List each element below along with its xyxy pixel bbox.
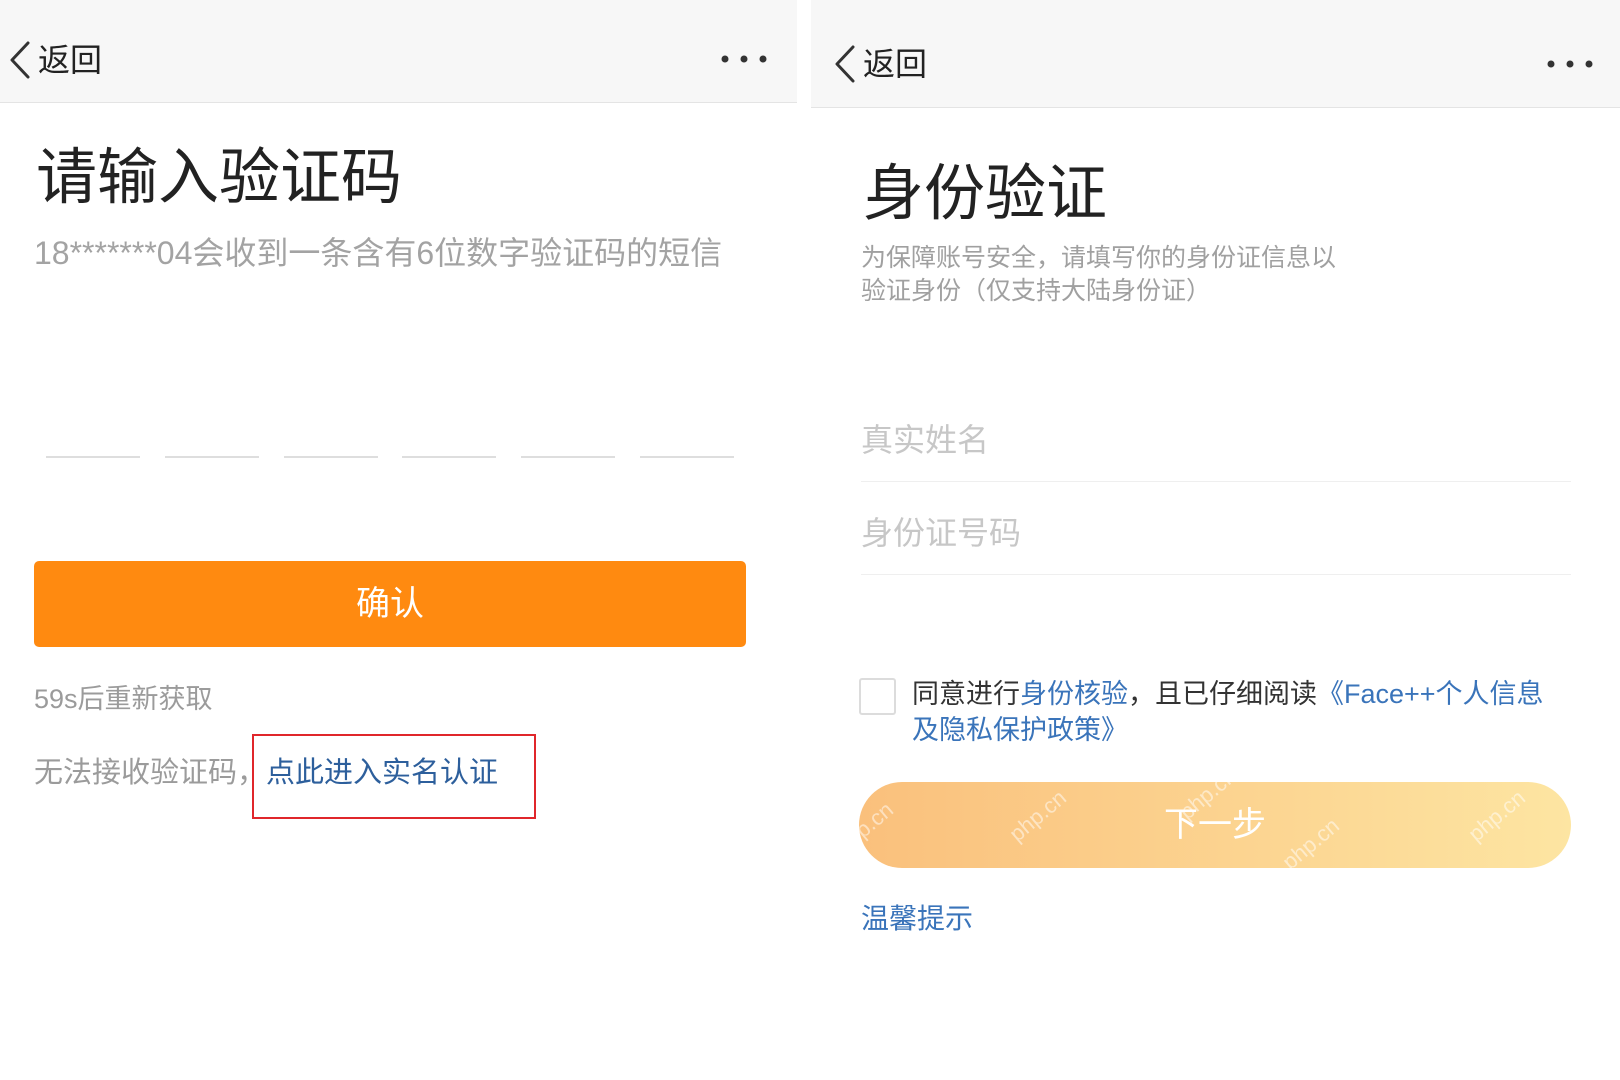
more-dots-icon[interactable]: [718, 52, 770, 66]
agreement-prefix: 同意进行: [912, 679, 1020, 709]
code-digit-slot[interactable]: [402, 434, 497, 458]
back-button[interactable]: 返回: [8, 38, 102, 82]
code-digit-slot[interactable]: [639, 434, 734, 458]
identity-verify-link[interactable]: 身份核验: [1020, 679, 1128, 709]
verification-code-screen: 返回 请输入验证码 18*******04会收到一条含有6位数字验证码的短信 确…: [0, 0, 797, 1080]
page-description: 为保障账号安全，请填写你的身份证信息以验证身份（仅支持大陆身份证）: [861, 244, 1337, 305]
code-digit-slot[interactable]: [46, 434, 140, 458]
chevron-left-icon: [8, 40, 32, 80]
agreement-middle: ，且已仔细阅读: [1128, 679, 1317, 709]
next-step-button[interactable]: php.cn php.cn php.cn php.cn php.cn 下一步: [859, 782, 1571, 868]
confirm-button[interactable]: 确认: [34, 561, 746, 647]
id-number-field: [861, 493, 1571, 575]
code-digit-slot[interactable]: [283, 434, 378, 458]
cannot-receive-text: 无法接收验证码，: [34, 757, 267, 789]
cannot-receive-row: 无法接收验证码，点此进入实名认证: [34, 755, 498, 791]
id-number-input[interactable]: [861, 493, 1571, 574]
next-step-label: 下一步: [1164, 806, 1266, 844]
code-digit-slot[interactable]: [521, 434, 616, 458]
back-label: 返回: [38, 42, 103, 78]
real-name-input[interactable]: [861, 400, 1571, 481]
page-title: 请输入验证码: [36, 143, 403, 211]
chevron-left-icon: [833, 44, 857, 84]
real-name-auth-link[interactable]: 点此进入实名认证: [266, 757, 498, 789]
resend-countdown: 59s后重新获取: [34, 684, 213, 714]
sms-hint: 18*******04会收到一条含有6位数字验证码的短信: [34, 235, 723, 271]
more-dots-icon[interactable]: [1544, 57, 1596, 71]
back-label: 返回: [863, 46, 928, 82]
code-digit-slot[interactable]: [164, 434, 259, 458]
tips-link[interactable]: 温馨提示: [861, 901, 973, 937]
real-name-field: [861, 400, 1571, 482]
agree-checkbox[interactable]: [859, 678, 896, 715]
page: 返回 请输入验证码 18*******04会收到一条含有6位数字验证码的短信 确…: [0, 0, 1620, 1080]
nav-bar: 返回: [0, 0, 797, 103]
back-button[interactable]: 返回: [833, 42, 927, 86]
code-input: [46, 434, 734, 458]
identity-verification-screen: 返回 身份验证 为保障账号安全，请填写你的身份证信息以验证身份（仅支持大陆身份证…: [811, 0, 1620, 1080]
nav-bar: 返回: [811, 0, 1620, 108]
agreement-text: 同意进行身份核验，且已仔细阅读《Face++个人信息及隐私保护政策》: [912, 676, 1557, 748]
page-title: 身份验证: [863, 159, 1108, 227]
